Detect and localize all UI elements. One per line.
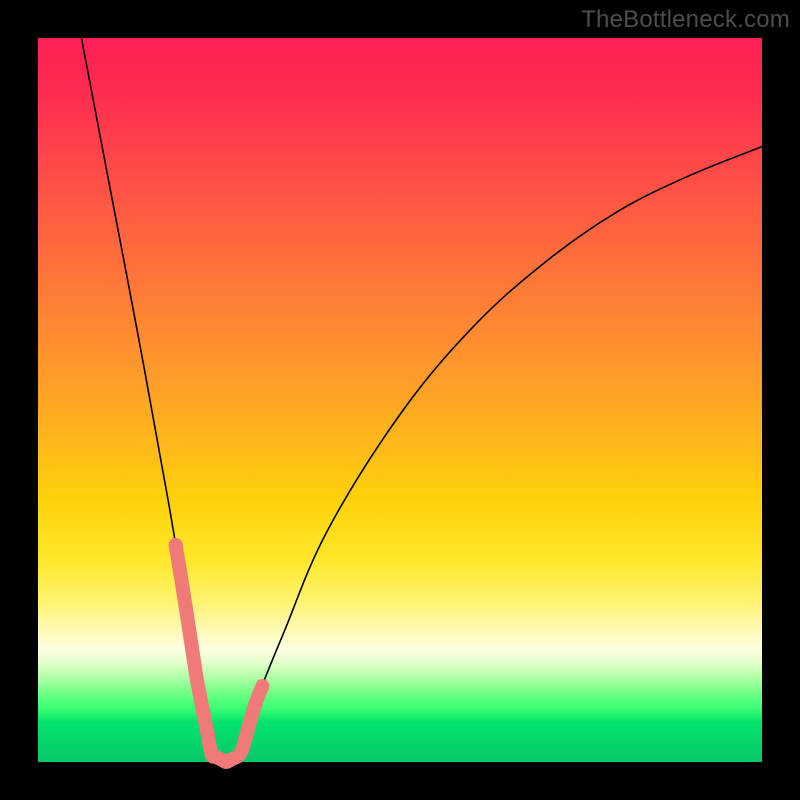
curve-line [81, 38, 762, 764]
highlight-left [176, 545, 209, 737]
bottleneck-curve [38, 38, 762, 762]
plot-area [38, 38, 762, 762]
watermark-text: TheBottleneck.com [581, 6, 790, 34]
chart-frame: TheBottleneck.com [0, 0, 800, 800]
highlight-right [230, 686, 263, 760]
